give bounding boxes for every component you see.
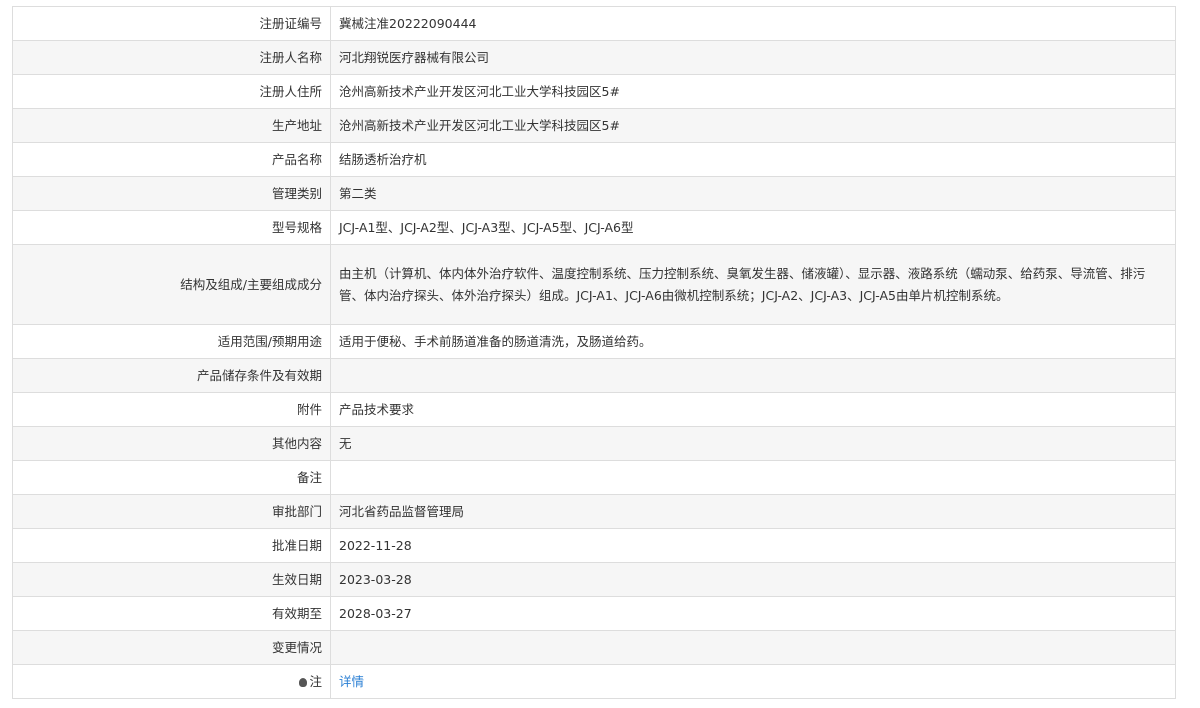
field-label: 注册证编号	[12, 6, 331, 41]
field-label: 批准日期	[12, 528, 331, 563]
field-value	[330, 630, 1176, 665]
field-value: 河北省药品监督管理局	[330, 494, 1176, 529]
field-value: 沧州高新技术产业开发区河北工业大学科技园区5#	[330, 108, 1176, 143]
field-value: 2028-03-27	[330, 596, 1176, 631]
registration-detail-table: 注册证编号 冀械注准20222090444 注册人名称 河北翔锐医疗器械有限公司 注册人…	[12, 6, 1176, 699]
table-row: 型号规格 JCJ-A1型、JCJ-A2型、JCJ-A3型、JCJ-A5型、JCJ-…	[12, 210, 1176, 245]
field-value: 冀械注准20222090444	[330, 6, 1176, 41]
field-label: 附件	[12, 392, 331, 427]
table-row: 产品名称 结肠透析治疗机	[12, 142, 1176, 177]
field-value	[330, 358, 1176, 393]
table-row: 备注	[12, 460, 1176, 495]
note-label-cell: 注	[12, 664, 331, 699]
table-row: 其他内容无	[12, 426, 1176, 461]
field-value: 2022-11-28	[330, 528, 1176, 563]
table-row: 注册人名称 河北翔锐医疗器械有限公司	[12, 40, 1176, 75]
field-value: JCJ-A1型、JCJ-A2型、JCJ-A3型、JCJ-A5型、JCJ-A6型	[330, 210, 1176, 245]
table-row: 结构及组成/主要组成成分 由主机（计算机、体内体外治疗软件、温度控制系统、压力控制…	[12, 244, 1176, 325]
table-row: 生产地址 沧州高新技术产业开发区河北工业大学科技园区5#	[12, 108, 1176, 143]
field-value: 2023-03-28	[330, 562, 1176, 597]
field-value: 产品技术要求	[330, 392, 1176, 427]
field-value: 结肠透析治疗机	[330, 142, 1176, 177]
field-value: 由主机（计算机、体内体外治疗软件、温度控制系统、压力控制系统、臭氧发生器、储液罐…	[330, 244, 1176, 325]
note-label: 注	[309, 673, 322, 689]
table-row: 适用范围/预期用途 适用于便秘、手术前肠道准备的肠道清洗，及肠道给药。	[12, 324, 1176, 359]
field-value: 沧州高新技术产业开发区河北工业大学科技园区5#	[330, 74, 1176, 109]
field-label: 管理类别	[12, 176, 331, 211]
table-row: 批准日期 2022-11-28	[12, 528, 1176, 563]
field-label: 产品名称	[12, 142, 331, 177]
field-value: 第二类	[330, 176, 1176, 211]
field-label: 备注	[12, 460, 331, 495]
table-row: 审批部门 河北省药品监督管理局	[12, 494, 1176, 529]
field-value: 适用于便秘、手术前肠道准备的肠道清洗，及肠道给药。	[330, 324, 1176, 359]
field-label: 生效日期	[12, 562, 331, 597]
table-row: 注册人住所 沧州高新技术产业开发区河北工业大学科技园区5#	[12, 74, 1176, 109]
field-label: 注册人住所	[12, 74, 331, 109]
details-link[interactable]: 详情	[339, 674, 364, 689]
table-row: 有效期至 2028-03-27	[12, 596, 1176, 631]
field-value: 无	[330, 426, 1176, 461]
field-label: 适用范围/预期用途	[12, 324, 331, 359]
field-label: 注册人名称	[12, 40, 331, 75]
note-row: 注 详情	[12, 664, 1176, 699]
field-label: 有效期至	[12, 596, 331, 631]
field-label: 其他内容	[12, 426, 331, 461]
table-row: 生效日期 2023-03-28	[12, 562, 1176, 597]
field-value	[330, 460, 1176, 495]
table-row: 注册证编号 冀械注准20222090444	[12, 6, 1176, 41]
table-row: 变更情况	[12, 630, 1176, 665]
field-label: 结构及组成/主要组成成分	[12, 244, 331, 325]
lightbulb-icon	[299, 677, 308, 687]
field-label: 型号规格	[12, 210, 331, 245]
field-label: 变更情况	[12, 630, 331, 665]
table-row: 管理类别 第二类	[12, 176, 1176, 211]
field-label: 产品储存条件及有效期	[12, 358, 331, 393]
note-value-cell: 详情	[330, 664, 1176, 699]
table-row: 产品储存条件及有效期	[12, 358, 1176, 393]
field-label: 生产地址	[12, 108, 331, 143]
field-label: 审批部门	[12, 494, 331, 529]
table-row: 附件 产品技术要求	[12, 392, 1176, 427]
field-value: 河北翔锐医疗器械有限公司	[330, 40, 1176, 75]
